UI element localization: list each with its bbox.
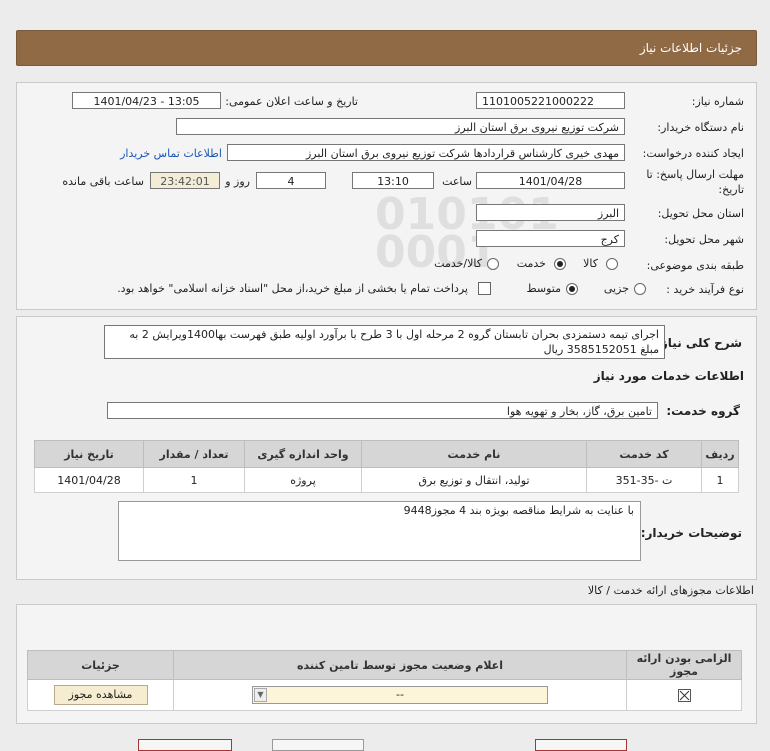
process-option-minor: جزیی [603,282,629,295]
col-permit-status: اعلام وضعیت مجوز توسط تامین کننده [173,650,627,680]
deadline-label: مهلت ارسال پاسخ: تا تاریخ: [646,167,744,197]
chevron-down-icon: ▼ [254,688,267,702]
creator-field: مهدی خیری کارشناس قراردادها شرکت توزیع ن… [227,144,625,161]
permit-required-checkbox[interactable] [677,688,691,702]
buyer-contact-link[interactable]: اطلاعات تماس خریدار [120,147,222,160]
need-number-label: شماره نیاز: [691,95,744,108]
col-permit-details: جزئیات [27,650,174,680]
announce-label: تاریخ و ساعت اعلان عمومی: [225,95,358,108]
col-row-number: ردیف [701,440,739,468]
cell-service-code: ت -35-351 [586,467,702,493]
table-row: 1 ت -35-351 تولید، انتقال و توزیع برق پر… [34,467,739,493]
permits-title: اطلاعات مجوزهای ارائه خدمت / کالا [587,584,754,597]
col-quantity: تعداد / مقدار [143,440,245,468]
process-option-medium: متوسط [526,282,561,295]
cell-row-number: 1 [701,467,739,493]
time-remaining-label: ساعت باقی مانده [62,175,144,188]
permits-table: الزامی بودن ارائه مجوز اعلام وضعیت مجوز … [27,650,742,711]
days-remaining-field: 4 [256,172,326,189]
services-table: ردیف کد خدمت نام خدمت واحد اندازه گیری ت… [34,440,739,493]
process-radio-medium[interactable] [566,283,578,295]
cell-need-date: 1401/04/28 [34,467,144,493]
permit-status-value: -- [396,688,404,701]
treasury-payment-note: پرداخت تمام یا بخشی از مبلغ خرید،از محل … [117,282,468,295]
deadline-label-line1: مهلت ارسال پاسخ: تا [646,168,744,181]
city-label: شهر محل تحویل: [664,233,744,246]
permits-table-header: الزامی بودن ارائه مجوز اعلام وضعیت مجوز … [27,650,742,680]
bottom-button-right[interactable] [535,739,627,751]
buyer-org-field: شرکت توزیع نیروی برق استان البرز [176,118,625,135]
treasury-payment-checkbox[interactable] [478,282,491,295]
category-option-goods-service: کالا/خدمت [434,257,482,270]
deadline-date-field: 1401/04/28 [476,172,625,189]
cell-quantity: 1 [143,467,245,493]
deadline-label-line2: تاریخ: [718,183,744,196]
page-title: جزئیات اطلاعات نیاز [639,41,742,55]
buyer-notes-field: با عنایت به شرایط مناقصه بویژه بند 4 مجو… [118,501,641,561]
category-radio-service[interactable] [554,258,566,270]
view-permit-button[interactable]: مشاهده مجوز [53,685,148,705]
category-option-goods: کالا [583,257,598,270]
cross-icon [679,690,689,701]
bottom-button-middle[interactable] [272,739,364,751]
col-service-code: کد خدمت [586,440,702,468]
days-label: روز و [225,175,250,188]
deadline-time-label: ساعت [442,175,472,188]
col-need-date: تاریخ نیاز [34,440,144,468]
cell-permit-status: -- ▼ [173,679,627,711]
category-option-service: خدمت [516,257,546,270]
buyer-org-label: نام دستگاه خریدار: [657,121,744,134]
process-radio-minor[interactable] [634,283,646,295]
category-radio-goods[interactable] [606,258,618,270]
permit-status-select[interactable]: -- ▼ [252,686,548,704]
description-field: اجرای تیمه دستمزدی بحران تابستان گروه 2 … [104,325,665,359]
col-service-name: نام خدمت [361,440,587,468]
cell-permit-required [626,679,742,711]
service-group-label: گروه خدمت: [666,404,740,418]
cell-permit-details: مشاهده مجوز [27,679,174,711]
creator-label: ایجاد کننده درخواست: [642,147,744,160]
description-label: شرح کلی نیاز: [656,336,742,350]
buyer-notes-label: توضیحات خریدار: [640,526,742,540]
cell-service-name: تولید، انتقال و توزیع برق [361,467,587,493]
col-permit-required: الزامی بودن ارائه مجوز [626,650,742,680]
category-radio-goods-service[interactable] [487,258,499,270]
process-type-label: نوع فرآیند خرید : [666,283,744,296]
city-field: کرج [476,230,625,247]
category-label: طبقه بندی موضوعی: [646,259,744,272]
cell-unit: پروژه [244,467,362,493]
deadline-time-field: 13:10 [352,172,434,189]
time-remaining-field: 23:42:01 [150,172,220,189]
service-group-field: تامین برق، گاز، بخار و تهویه هوا [107,402,658,419]
bottom-button-left[interactable] [138,739,232,751]
announce-datetime-field: 1401/04/23 - 13:05 [72,92,221,109]
services-table-header: ردیف کد خدمت نام خدمت واحد اندازه گیری ت… [34,440,739,468]
services-section-title: اطلاعات خدمات مورد نیاز [593,369,744,383]
col-unit: واحد اندازه گیری [244,440,362,468]
table-row: -- ▼ مشاهده مجوز [27,679,742,711]
need-number-field: 1101005221000222 [476,92,625,109]
province-label: استان محل تحویل: [657,207,744,220]
page-header: جزئیات اطلاعات نیاز [16,30,757,66]
province-field: البرز [476,204,625,221]
